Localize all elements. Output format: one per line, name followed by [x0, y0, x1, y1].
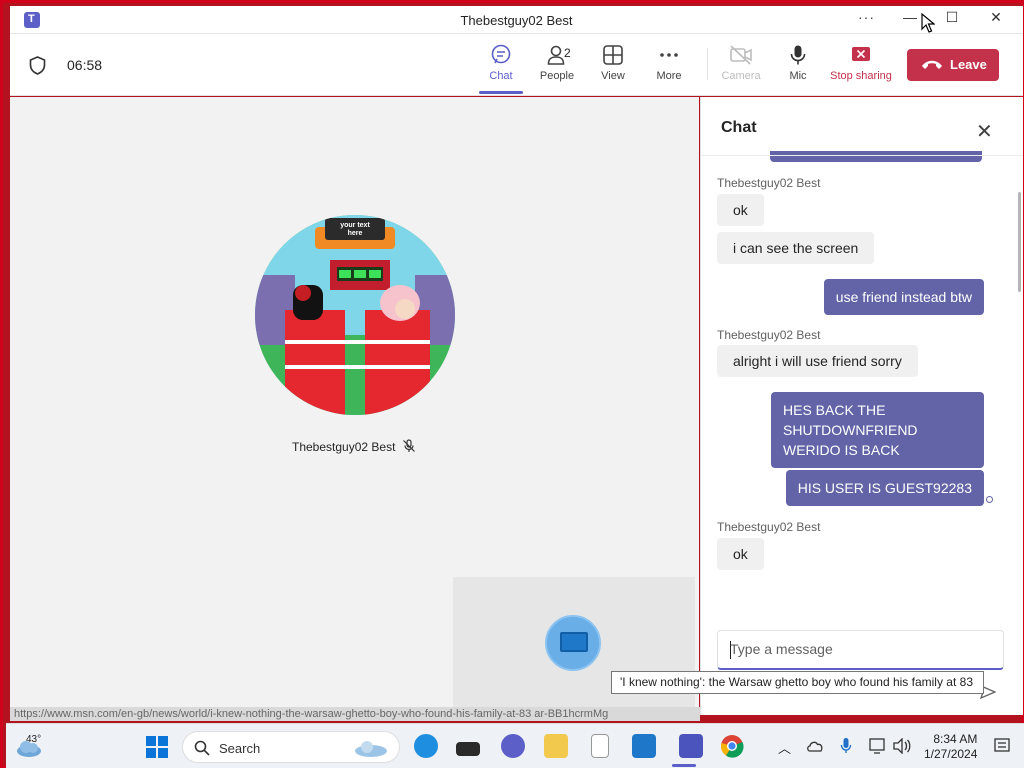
meeting-stage: your text here Thebestguy02 Best	[10, 97, 699, 715]
participant-name: Thebestguy02 Best	[292, 440, 396, 454]
active-app-indicator	[672, 764, 696, 767]
message-bubble: alright i will use friend sorry	[717, 345, 918, 377]
message-sender: Thebestguy02 Best	[717, 520, 821, 534]
search-label: Search	[219, 741, 261, 756]
system-clock[interactable]: 8:34 AM 1/27/2024	[924, 732, 977, 762]
stop-sharing-button[interactable]: Stop sharing	[827, 44, 895, 82]
screen-frame: Thebestguy02 Best ··· — ☐ ✕ 06:58 Chat 2…	[0, 0, 1024, 768]
sent-message-bubble: HES BACK THE SHUTDOWNFRIEND WERIDO IS BA…	[771, 392, 984, 468]
volume-icon[interactable]	[893, 738, 911, 754]
camera-off-icon	[730, 45, 752, 65]
camera-button[interactable]: Camera	[713, 44, 769, 82]
task-view-icon[interactable]	[456, 742, 480, 756]
toolbar-divider	[707, 48, 708, 80]
tray-overflow-icon[interactable]: ︿	[778, 738, 791, 757]
shield-icon	[29, 56, 46, 75]
notepad-icon[interactable]	[591, 734, 609, 758]
chat-panel: Chat ✕ Thebestguy02 Best ok i can see th…	[700, 97, 1023, 715]
more-button[interactable]: More	[641, 44, 697, 82]
message-bubble: ok	[717, 194, 764, 226]
window-title-bar: Thebestguy02 Best ··· — ☐ ✕	[10, 6, 1023, 34]
chat-icon	[491, 44, 511, 64]
file-explorer-icon[interactable]	[544, 734, 568, 758]
more-button-label: More	[656, 70, 682, 82]
mic-button-label: Mic	[789, 70, 807, 82]
ellipsis-icon	[660, 53, 678, 57]
read-receipt-icon	[986, 496, 993, 503]
notification-bell-icon[interactable]	[994, 738, 1010, 754]
view-button-label: View	[601, 70, 625, 82]
stop-share-icon	[852, 47, 870, 61]
chat-scrollbar[interactable]	[1018, 192, 1021, 292]
chrome-icon[interactable]	[720, 734, 744, 758]
microphone-icon	[790, 45, 806, 65]
status-link-bar: https://www.msn.com/en-gb/news/world/i-k…	[10, 707, 700, 721]
message-bubble: i can see the screen	[717, 232, 875, 264]
meeting-toolbar: 06:58 Chat 2 People View More Camera Mic	[10, 34, 1023, 96]
clock-date: 1/27/2024	[924, 747, 978, 761]
svg-text:here: here	[348, 230, 363, 237]
search-icon	[194, 740, 210, 756]
monitor-icon	[560, 632, 588, 652]
edge-beta-icon[interactable]	[414, 734, 438, 758]
people-button[interactable]: 2 People	[529, 44, 585, 82]
grid-view-icon	[603, 45, 623, 65]
microphone-tray-icon[interactable]	[840, 737, 852, 755]
search-highlight-icon	[355, 741, 387, 757]
message-input[interactable]	[730, 641, 990, 657]
windows-start-icon[interactable]	[145, 735, 169, 759]
avatar-picture: your text here	[255, 215, 455, 415]
message-sender: Thebestguy02 Best	[717, 176, 821, 190]
leave-button-label: Leave	[950, 57, 987, 72]
chat-button-label: Chat	[489, 70, 513, 82]
chat-button[interactable]: Chat	[473, 44, 529, 94]
news-tooltip: 'I knew nothing': the Warsaw ghetto boy …	[611, 671, 984, 694]
participant-avatar: your text here	[255, 215, 455, 415]
close-chat-icon[interactable]: ✕	[976, 119, 993, 144]
sent-message-bubble: use friend instead btw	[823, 279, 984, 315]
weather-temperature: 43°	[26, 734, 42, 745]
clock-time: 8:34 AM	[933, 732, 978, 746]
meeting-timer: 06:58	[67, 57, 103, 73]
people-button-label: People	[539, 70, 575, 82]
leave-button[interactable]: Leave	[907, 49, 999, 81]
close-window-button[interactable]: ✕	[976, 9, 1016, 31]
camera-button-label: Camera	[721, 70, 761, 82]
onedrive-cloud-icon[interactable]	[806, 740, 824, 752]
maximize-button[interactable]: ☐	[932, 9, 972, 31]
svg-text:your text: your text	[340, 222, 370, 229]
mic-muted-icon	[403, 439, 415, 452]
microsoft-store-icon[interactable]	[632, 734, 656, 758]
view-button[interactable]: View	[585, 44, 641, 82]
compose-box[interactable]	[717, 630, 1004, 670]
stop-sharing-label: Stop sharing	[830, 70, 892, 82]
chat-panel-title: Chat	[721, 119, 757, 136]
window-more-button[interactable]: ···	[858, 9, 875, 25]
taskbar: 43° Search ︿ 8:34 AM 1/27/2024	[6, 723, 1024, 768]
hang-up-icon	[922, 60, 942, 69]
teams-chat-icon[interactable]	[501, 734, 525, 758]
previous-message-bubble	[770, 151, 982, 162]
network-icon[interactable]	[869, 738, 887, 754]
mouse-cursor-icon	[921, 13, 935, 33]
message-bubble: ok	[717, 538, 764, 570]
screen-share-avatar	[545, 615, 601, 671]
sent-message-bubble: HIS USER IS GUEST92283	[785, 470, 984, 506]
text-caret	[730, 641, 731, 659]
mic-button[interactable]: Mic	[770, 44, 826, 82]
teams-icon[interactable]	[679, 734, 703, 758]
people-count: 2	[564, 46, 571, 60]
taskbar-search[interactable]: Search	[182, 731, 400, 763]
message-sender: Thebestguy02 Best	[717, 328, 821, 342]
chat-header-divider	[701, 155, 1023, 156]
